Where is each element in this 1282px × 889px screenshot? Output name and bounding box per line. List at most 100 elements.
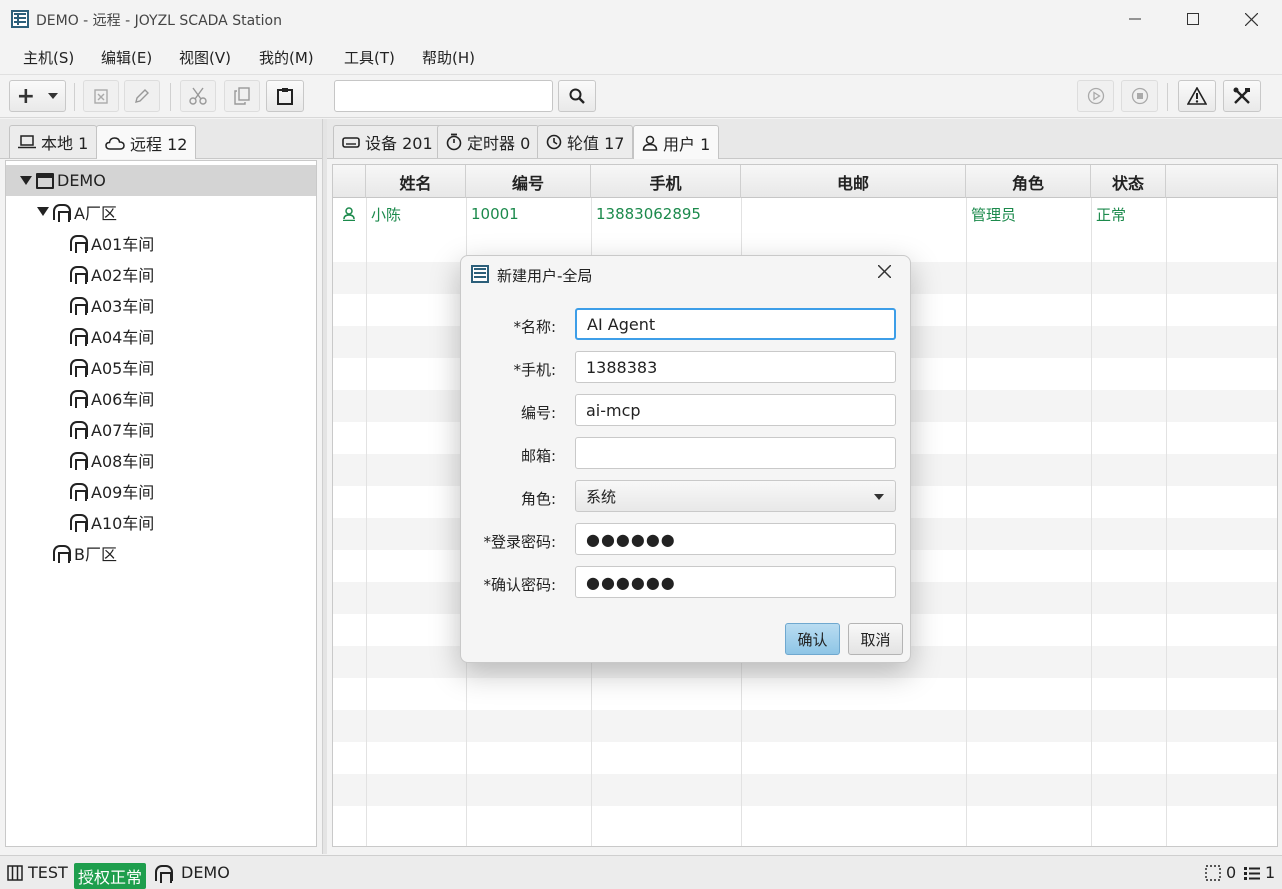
scissors-icon [189,87,207,105]
expand-arrow-icon[interactable] [37,207,49,216]
password-field[interactable]: ●●●●●● [575,523,896,555]
menu-mine[interactable]: 我的(M) [259,47,314,68]
expand-arrow-icon[interactable] [20,176,32,185]
tree-node-workshop[interactable]: A03车间 [6,289,316,320]
tree-node-area-a[interactable]: A厂区 [6,196,316,227]
workshop-icon [70,265,88,284]
column-header-role[interactable]: 角色 [966,165,1091,198]
tab-users[interactable]: 用户 1 [633,125,720,159]
tools-button[interactable] [1223,80,1261,112]
device-icon [342,137,360,148]
menu-edit[interactable]: 编辑(E) [101,47,152,68]
maximize-button[interactable] [1164,0,1222,38]
status-list: 1 [1244,863,1275,882]
menu-help[interactable]: 帮助(H) [422,47,475,68]
minimize-button[interactable] [1106,0,1164,38]
tree-node-workshop[interactable]: A07车间 [6,413,316,444]
window-title: DEMO - 远程 - JOYZL SCADA Station [36,13,282,29]
delete-button[interactable] [83,80,119,112]
cut-button[interactable] [180,80,216,112]
tab-local-label: 本地 1 [41,134,89,153]
start-button[interactable] [1077,80,1114,112]
confirm-password-field[interactable]: ●●●●●● [575,566,896,598]
column-header-name[interactable]: 姓名 [366,165,466,198]
menu-tools[interactable]: 工具(T) [344,47,395,68]
cancel-button[interactable]: 取消 [848,623,903,655]
tab-shifts-label: 轮值 17 [567,134,625,153]
name-label: *名称: [513,318,556,336]
database-icon [7,864,23,881]
tab-devices[interactable]: 设备 201 [333,125,442,158]
role-select[interactable]: 系统 [575,480,896,512]
phone-label: *手机: [513,361,556,379]
tab-local[interactable]: 本地 1 [9,125,98,158]
tree-node-workshop[interactable]: A10车间 [6,506,316,537]
workshop-icon [53,544,71,563]
email-field[interactable] [575,437,896,469]
status-host-label: DEMO [181,863,230,882]
close-button[interactable] [1222,0,1280,38]
phone-field[interactable]: 1388383 [575,351,896,383]
cell-status: 正常 [1096,205,1127,224]
status-selection: 0 [1205,863,1236,882]
license-badge: 授权正常 [74,863,147,889]
cell-phone: 13883062895 [596,205,701,223]
confirm-button[interactable]: 确认 [785,623,840,655]
menu-host[interactable]: 主机(S) [23,47,74,68]
clipboard-icon [277,88,293,105]
tree-node-workshop[interactable]: A04车间 [6,320,316,351]
column-header-number[interactable]: 编号 [466,165,591,198]
toolbar-separator [1167,83,1168,111]
tree-node-workshop[interactable]: A09车间 [6,475,316,506]
menu-view[interactable]: 视图(V) [179,47,231,68]
user-icon [343,207,355,221]
add-menu-button[interactable]: + [9,80,66,112]
column-header-status[interactable]: 状态 [1091,165,1166,198]
email-label: 邮箱: [520,447,556,465]
number-field[interactable]: ai-mcp [575,394,896,426]
copy-button[interactable] [224,80,260,112]
confirm-password-label: *确认密码: [483,576,556,594]
toolbar: + [0,74,1282,118]
empty-row [333,710,1277,742]
tab-devices-label: 设备 201 [365,134,433,153]
tab-timers[interactable]: 定时器 0 [437,125,540,158]
tree-node-workshop[interactable]: A02车间 [6,258,316,289]
panel-splitter[interactable] [322,119,327,854]
search-button[interactable] [558,80,596,112]
building-icon [36,172,54,189]
tree-node-area-b[interactable]: B厂区 [6,537,316,568]
paste-button[interactable] [266,80,304,112]
tab-shifts[interactable]: 轮值 17 [537,125,634,158]
left-tab-bar: 本地 1 远程 12 [0,119,325,159]
table-row[interactable]: 小陈 10001 13883062895 管理员 正常 [333,198,1277,230]
menu-bar: 主机(S) 编辑(E) 视图(V) 我的(M) 工具(T) 帮助(H) [0,38,1282,74]
edit-button[interactable] [124,80,160,112]
user-icon [642,135,658,151]
tree-node-workshop[interactable]: A01车间 [6,227,316,258]
tab-remote[interactable]: 远程 12 [96,125,197,159]
dialog-close-icon[interactable] [877,262,892,283]
stop-button[interactable] [1121,80,1158,112]
column-divider [1091,198,1092,846]
search-input[interactable] [334,80,553,112]
timer-icon [446,133,462,151]
tree-node-workshop[interactable]: A05车间 [6,351,316,382]
tree-node-workshop[interactable]: A08车间 [6,444,316,475]
column-header-email[interactable]: 电邮 [741,165,966,198]
tree-node-workshop[interactable]: A06车间 [6,382,316,413]
cell-name: 小陈 [371,205,402,224]
search-icon [569,88,585,104]
table-header: 姓名 编号 手机 电邮 角色 状态 [333,165,1277,198]
alarm-button[interactable] [1178,80,1216,112]
status-database: TEST [7,863,68,882]
dialog-title: 新建用户-全局 [497,267,593,285]
workshop-icon [70,420,88,439]
column-header-phone[interactable]: 手机 [591,165,741,198]
role-label: 角色: [520,490,556,508]
tree-node-root[interactable]: DEMO [6,165,316,196]
workshop-icon [155,864,173,883]
list-count: 1 [1265,863,1276,882]
name-field[interactable]: AI Agent [575,308,896,340]
tree-workshop-label: A01车间 [91,234,155,254]
